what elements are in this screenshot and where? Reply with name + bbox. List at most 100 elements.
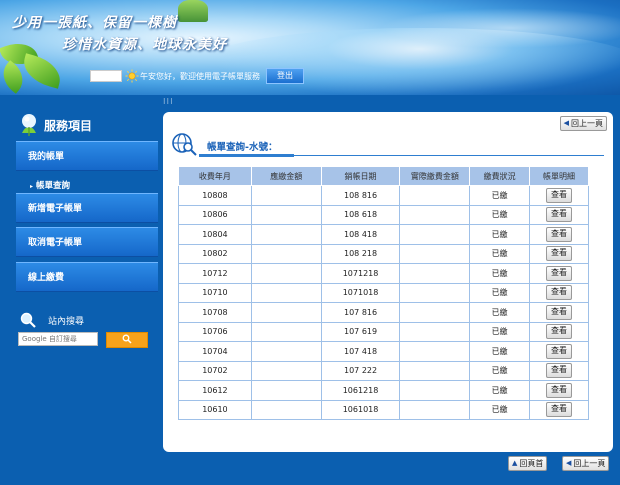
table-row: 10708 107 816 已繳 查看 [178, 302, 589, 323]
writeoff-date-cell: 108 816 [320, 185, 401, 206]
sidebar-item-add-ebill[interactable]: 新增電子帳單 [16, 193, 158, 223]
view-detail-button[interactable]: 查看 [546, 265, 573, 281]
back-to-top-button[interactable]: ▲ 回頁首 [508, 456, 548, 471]
sidebar: 服務項目 我的帳單 ▸ 帳單查詢 新增電子帳單 取消電子帳單 線上繳費 站內搜尋 [10, 105, 158, 485]
sidebar-item-cancel-ebill[interactable]: 取消電子帳單 [16, 227, 158, 257]
billing-month-cell: 10704 [178, 341, 252, 362]
bill-detail-cell: 查看 [529, 302, 589, 323]
table-row: 10706 107 619 已繳 查看 [178, 322, 589, 342]
sidebar-header: 服務項目 [18, 113, 92, 137]
writeoff-date-cell: 108 418 [320, 224, 401, 245]
search-input[interactable] [18, 332, 98, 346]
search-icon [122, 334, 132, 344]
actual-paid-cell [399, 224, 471, 245]
header-banner: 少用一張紙、保留一棵樹 珍惜水資源、地球永美好 午安您好，歡迎使用電子帳單服務 … [0, 0, 620, 95]
payment-status-cell: 已繳 [469, 380, 531, 401]
view-detail-button[interactable]: 查看 [546, 382, 573, 398]
actual-paid-cell [399, 283, 471, 303]
bill-detail-cell: 查看 [529, 283, 589, 303]
title-divider-accent [199, 154, 294, 157]
site-search-title: 站內搜尋 [48, 316, 85, 327]
back-button-label: 回上一頁 [571, 119, 603, 128]
writeoff-date-cell: 1061018 [320, 400, 401, 420]
decorative-dots: ⁝⁝⁝ [163, 97, 174, 106]
view-detail-button[interactable]: 查看 [546, 246, 573, 262]
actual-paid-cell [399, 361, 471, 381]
writeoff-date-cell: 107 222 [320, 361, 401, 381]
grass-decoration [178, 0, 208, 22]
bill-detail-cell: 查看 [529, 322, 589, 342]
magnifier-icon [20, 312, 36, 328]
main-content-panel: ◀ 回上一頁 帳單查詢-水號： 收費年月 應繳金額 銷帳日期 實際繳費金額 繳費… [163, 112, 613, 452]
sidebar-subitem-bill-query[interactable]: ▸ 帳單查詢 [30, 179, 70, 191]
billing-month-cell: 10702 [178, 361, 252, 381]
globe-search-icon [172, 133, 197, 156]
billing-month-cell: 10612 [178, 380, 252, 401]
amount-due-cell [251, 302, 322, 323]
billing-month-cell: 10804 [178, 224, 252, 245]
amount-due-cell [251, 263, 322, 284]
slogan-line-2: 珍惜水資源、地球永美好 [62, 37, 227, 53]
column-header-writeoff-date: 銷帳日期 [320, 166, 401, 186]
table-row: 10806 108 618 已繳 查看 [178, 205, 589, 225]
amount-due-cell [251, 244, 322, 264]
view-detail-button[interactable]: 查看 [546, 207, 573, 223]
payment-status-cell: 已繳 [469, 263, 531, 284]
sun-icon [125, 69, 139, 83]
amount-due-cell [251, 185, 322, 206]
bill-detail-cell: 查看 [529, 361, 589, 381]
view-detail-button[interactable]: 查看 [546, 363, 573, 379]
writeoff-date-cell: 1071218 [320, 263, 401, 284]
writeoff-date-cell: 108 218 [320, 244, 401, 264]
column-header-bill-detail: 帳單明細 [529, 166, 589, 186]
payment-status-cell: 已繳 [469, 224, 531, 245]
column-header-actual-paid: 實際繳費金額 [399, 166, 471, 186]
service-icon [22, 114, 36, 136]
arrow-left-icon: ◀ [563, 119, 569, 127]
table-row: 10702 107 222 已繳 查看 [178, 361, 589, 381]
user-bar: 午安您好，歡迎使用電子帳單服務 登出 [90, 68, 304, 84]
payment-status-cell: 已繳 [469, 283, 531, 303]
table-row: 10710 1071018 已繳 查看 [178, 283, 589, 303]
table-header-row: 收費年月 應繳金額 銷帳日期 實際繳費金額 繳費狀況 帳單明細 [178, 166, 589, 186]
back-button-bottom[interactable]: ◀ 回上一頁 [562, 456, 610, 471]
table-row: 10704 107 418 已繳 查看 [178, 341, 589, 362]
view-detail-button[interactable]: 查看 [546, 324, 573, 340]
bill-detail-cell: 查看 [529, 244, 589, 264]
table-row: 10712 1071218 已繳 查看 [178, 263, 589, 284]
payment-status-cell: 已繳 [469, 302, 531, 323]
view-detail-button[interactable]: 查看 [546, 226, 573, 242]
sidebar-item-my-bills[interactable]: 我的帳單 [16, 141, 158, 171]
view-detail-button[interactable]: 查看 [546, 402, 573, 418]
amount-due-cell [251, 380, 322, 401]
sidebar-item-online-payment[interactable]: 線上繳費 [16, 262, 158, 292]
bill-detail-cell: 查看 [529, 185, 589, 206]
view-detail-button[interactable]: 查看 [546, 285, 573, 301]
actual-paid-cell [399, 322, 471, 342]
payment-status-cell: 已繳 [469, 400, 531, 420]
view-detail-button[interactable]: 查看 [546, 343, 573, 359]
writeoff-date-cell: 108 618 [320, 205, 401, 225]
site-search-header: 站內搜尋 [20, 312, 84, 328]
actual-paid-cell [399, 205, 471, 225]
amount-due-cell [251, 224, 322, 245]
view-detail-button[interactable]: 查看 [546, 187, 573, 203]
actual-paid-cell [399, 263, 471, 284]
view-detail-button[interactable]: 查看 [546, 304, 573, 320]
search-button[interactable] [106, 332, 148, 348]
back-button[interactable]: ◀ 回上一頁 [559, 116, 607, 131]
home-button-label: 回頁首 [519, 459, 544, 468]
greeting-text: 午安您好，歡迎使用電子帳單服務 [140, 71, 260, 81]
writeoff-date-cell: 1061218 [320, 380, 401, 401]
amount-due-cell [251, 341, 322, 362]
column-header-amount-due: 應繳金額 [250, 166, 322, 186]
arrow-left-icon: ◀ [566, 459, 572, 467]
writeoff-date-cell: 107 619 [320, 322, 401, 342]
bill-detail-cell: 查看 [529, 263, 589, 284]
slogan-line-1: 少用一張紙、保留一棵樹 [12, 15, 177, 31]
column-header-billing-month: 收費年月 [178, 166, 252, 186]
payment-status-cell: 已繳 [469, 205, 531, 225]
back-button-label: 回上一頁 [573, 459, 606, 468]
table-row: 10802 108 218 已繳 查看 [178, 244, 589, 264]
logout-button[interactable]: 登出 [266, 68, 304, 84]
